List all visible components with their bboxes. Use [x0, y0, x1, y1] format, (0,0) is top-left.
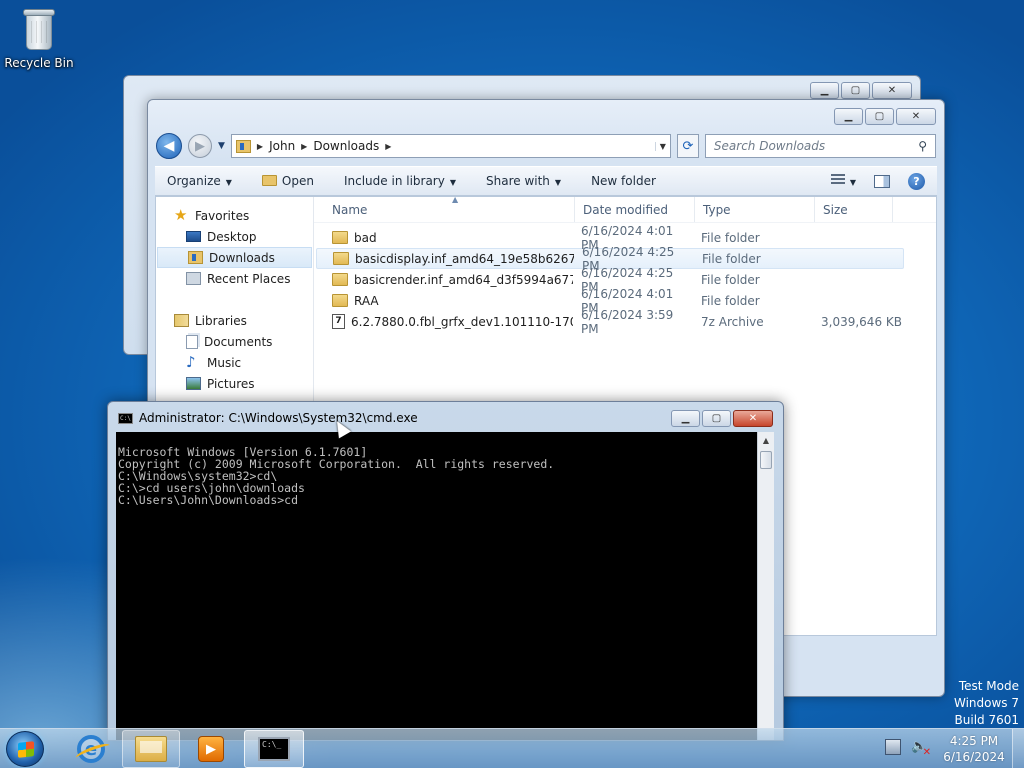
taskbar: e ▶ C:\_ 🔈 ✕ 4:25 PM 6/16/2024 [0, 728, 1024, 768]
start-button[interactable] [6, 731, 44, 767]
pictures-icon [186, 377, 201, 390]
cmd-window-title: Administrator: C:\Windows\System32\cmd.e… [139, 411, 418, 425]
search-input[interactable]: Search Downloads ⚲ [704, 134, 936, 158]
refresh-button[interactable]: ⟳ [676, 134, 699, 158]
view-list-icon [830, 174, 845, 185]
taskbar-command-prompt[interactable]: C:\_ [244, 730, 304, 768]
search-icon[interactable]: ⚲ [918, 139, 927, 153]
cmd-icon: C:\ [118, 412, 133, 424]
history-dropdown-icon[interactable]: ▼ [218, 141, 225, 151]
organize-button[interactable]: Organize ▼ [167, 174, 232, 188]
library-icon [174, 314, 189, 327]
nav-recent-places[interactable]: Recent Places [156, 268, 313, 289]
column-header-type[interactable]: Type [695, 197, 815, 222]
sort-indicator-icon: ▲ [452, 195, 459, 204]
test-mode-watermark: Test Mode Windows 7 Build 7601 [953, 679, 1019, 727]
nav-desktop[interactable]: Desktop [156, 226, 313, 247]
back-button[interactable]: ◀ [156, 133, 182, 159]
column-headers: ▲ Name Date modified Type Size [314, 195, 936, 223]
scroll-up-icon[interactable]: ▲ [758, 432, 774, 449]
new-folder-button[interactable]: New folder [591, 174, 656, 188]
folder-icon [333, 252, 349, 265]
address-bar[interactable]: ▶ John ▶ Downloads ▶ ▼ [230, 134, 671, 158]
folder-icon [135, 736, 167, 762]
downloads-folder-icon [188, 251, 203, 264]
desktop-icon [186, 231, 201, 242]
breadcrumb-downloads[interactable]: Downloads [313, 139, 379, 153]
console-scrollbar[interactable]: ▲ [757, 432, 774, 740]
media-player-icon: ▶ [198, 736, 224, 762]
breadcrumb-chevron-icon[interactable]: ▶ [257, 142, 263, 151]
include-in-library-button[interactable]: Include in library ▼ [344, 174, 456, 188]
breadcrumb-john[interactable]: John [269, 139, 295, 153]
close-button[interactable]: ✕ [733, 410, 773, 427]
folder-icon [332, 231, 348, 244]
taskbar-windows-explorer[interactable] [122, 730, 180, 768]
nav-documents[interactable]: Documents [156, 331, 313, 352]
recent-places-icon [186, 272, 201, 285]
archive-icon: 7 [332, 314, 345, 329]
taskbar-media-player[interactable]: ▶ [182, 730, 240, 768]
folder-icon [332, 273, 348, 286]
search-placeholder: Search Downloads [713, 139, 826, 153]
minimize-button[interactable]: ▁ [671, 410, 700, 427]
recycle-bin-label: Recycle Bin [4, 56, 74, 70]
documents-icon [186, 334, 198, 349]
scroll-thumb[interactable] [760, 451, 772, 469]
system-tray: 🔈 ✕ [885, 739, 931, 758]
clock-time: 4:25 PM [949, 734, 999, 748]
file-row[interactable]: 76.2.7880.0.fbl_grfx_dev1.101110-1700_am… [316, 308, 904, 336]
volume-muted-icon[interactable]: 🔈 ✕ [911, 739, 931, 758]
help-icon[interactable]: ? [908, 172, 925, 190]
console-output[interactable]: Microsoft Windows [Version 6.1.7601] Copy… [116, 432, 757, 740]
breadcrumb-chevron-icon[interactable]: ▶ [301, 142, 307, 151]
open-button[interactable]: Open [261, 174, 314, 188]
internet-explorer-icon: e [77, 735, 105, 763]
show-desktop-button[interactable] [1012, 729, 1024, 768]
minimize-button[interactable]: ▁ [834, 108, 863, 125]
minimize-button[interactable]: ▁ [810, 82, 839, 99]
column-header-date-modified[interactable]: Date modified [575, 197, 695, 222]
nav-downloads[interactable]: Downloads [157, 247, 312, 268]
console-line: C:\Users\John\Downloads>cd [118, 493, 299, 507]
preview-pane-icon[interactable] [874, 174, 890, 188]
clock-date: 6/16/2024 [943, 750, 1005, 764]
nav-favorites[interactable]: ★ Favorites [156, 205, 313, 226]
column-header-size[interactable]: Size [815, 197, 893, 222]
nav-music[interactable]: ♪ Music [156, 352, 313, 373]
maximize-button[interactable]: ▢ [865, 108, 894, 125]
maximize-button[interactable]: ▢ [702, 410, 731, 427]
column-header-name[interactable]: Name [314, 197, 575, 222]
command-prompt-window[interactable]: C:\ Administrator: C:\Windows\System32\c… [107, 401, 784, 741]
change-view-button[interactable]: ▼ [830, 174, 856, 188]
star-icon: ★ [174, 206, 188, 224]
recycle-bin-icon[interactable]: Recycle Bin [4, 6, 74, 70]
forward-button[interactable]: ▶ [188, 134, 212, 158]
share-with-button[interactable]: Share with ▼ [486, 174, 561, 188]
breadcrumb-chevron-icon[interactable]: ▶ [385, 142, 391, 151]
command-bar: Organize ▼ Open Include in library ▼ Share… [155, 166, 937, 196]
taskbar-internet-explorer[interactable]: e [62, 730, 120, 768]
folder-icon [261, 175, 277, 186]
nav-pictures[interactable]: Pictures [156, 373, 313, 394]
address-dropdown-icon[interactable]: ▼ [654, 141, 666, 151]
clock[interactable]: 4:25 PM 6/16/2024 [940, 733, 1008, 765]
cmd-icon: C:\_ [258, 737, 290, 761]
close-button[interactable]: ✕ [896, 108, 936, 125]
nav-libraries[interactable]: Libraries [156, 310, 313, 331]
maximize-button[interactable]: ▢ [841, 82, 870, 99]
network-icon[interactable] [885, 739, 901, 755]
trash-icon [20, 6, 58, 52]
close-button[interactable]: ✕ [872, 82, 912, 99]
music-icon: ♪ [186, 353, 196, 371]
downloads-folder-icon [235, 139, 251, 153]
folder-icon [332, 294, 348, 307]
